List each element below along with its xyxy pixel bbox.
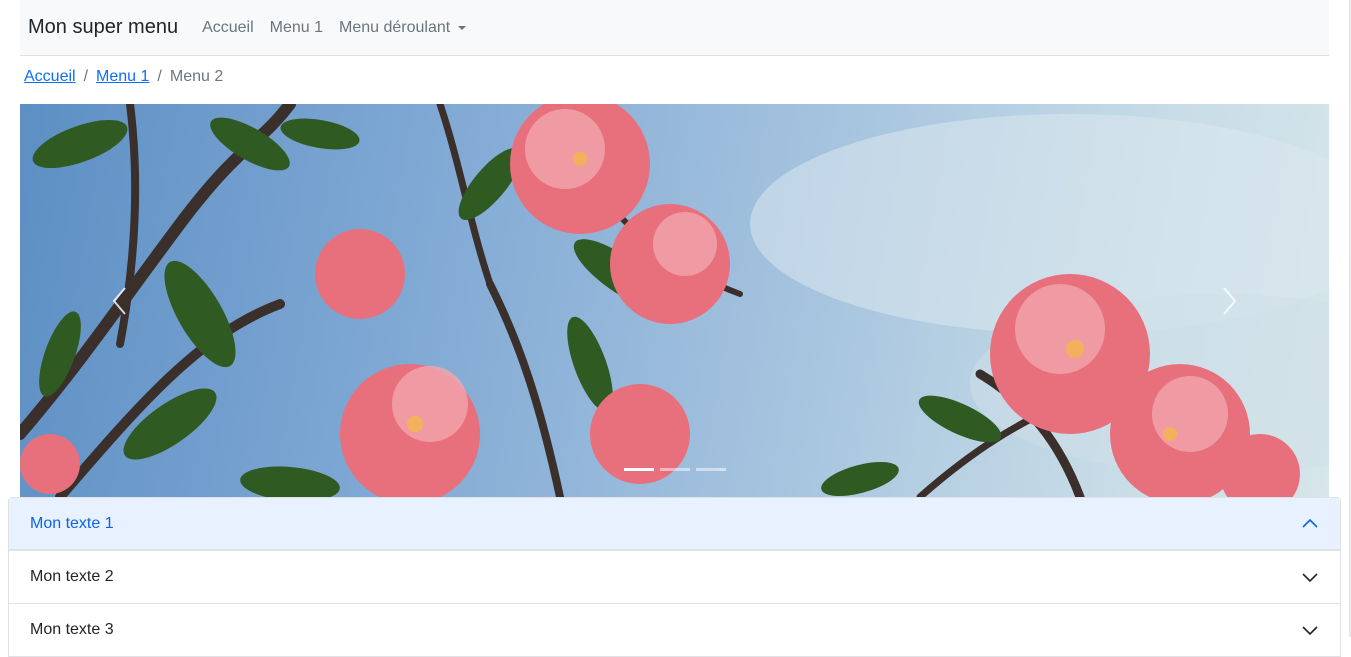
- accordion-item: Mon texte 2: [9, 551, 1340, 604]
- carousel-prev-button[interactable]: [20, 104, 220, 497]
- chevron-right-icon: [1223, 286, 1237, 315]
- carousel: [20, 104, 1329, 497]
- caret-down-icon: [458, 25, 467, 30]
- breadcrumb-separator: /: [157, 68, 162, 85]
- carousel-indicator-3[interactable]: [695, 468, 726, 471]
- accordion-header-1[interactable]: Mon texte 1: [9, 498, 1340, 550]
- nav-item-accueil[interactable]: Accueil: [202, 19, 254, 37]
- breadcrumb-item-menu-2: Menu 2: [169, 68, 224, 85]
- carousel-indicators: [20, 468, 1329, 471]
- chevron-up-icon: [1302, 518, 1318, 528]
- chevron-left-icon: [112, 286, 126, 315]
- breadcrumb: Accueil / Menu 1 / Menu 2: [24, 66, 223, 88]
- chevron-down-icon: [1302, 573, 1318, 583]
- nav-dropdown-label: Menu déroulant: [339, 18, 451, 36]
- carousel-indicator-2[interactable]: [659, 468, 690, 471]
- accordion-item: Mon texte 3: [9, 604, 1340, 656]
- chevron-down-icon: [1302, 626, 1318, 636]
- accordion: Mon texte 1 Mon texte 2 Mon texte 3: [8, 497, 1341, 657]
- carousel-next-button[interactable]: [1129, 104, 1329, 497]
- accordion-label: Mon texte 1: [30, 515, 114, 532]
- navbar: Mon super menu Accueil Menu 1 Menu dérou…: [20, 0, 1329, 56]
- breadcrumb-item-menu-1[interactable]: Menu 1: [96, 68, 149, 86]
- accordion-label: Mon texte 3: [30, 621, 114, 638]
- breadcrumb-item-accueil[interactable]: Accueil: [24, 68, 76, 86]
- navbar-brand[interactable]: Mon super menu: [28, 16, 178, 39]
- nav-item-menu-deroulant[interactable]: Menu déroulant: [339, 18, 467, 37]
- accordion-label: Mon texte 2: [30, 568, 114, 585]
- carousel-indicator-1[interactable]: [623, 468, 654, 471]
- nav-item-menu-1[interactable]: Menu 1: [270, 19, 323, 37]
- accordion-header-2[interactable]: Mon texte 2: [9, 551, 1340, 603]
- breadcrumb-separator: /: [83, 68, 89, 85]
- accordion-header-3[interactable]: Mon texte 3: [9, 604, 1340, 656]
- accordion-item: Mon texte 1: [9, 498, 1340, 551]
